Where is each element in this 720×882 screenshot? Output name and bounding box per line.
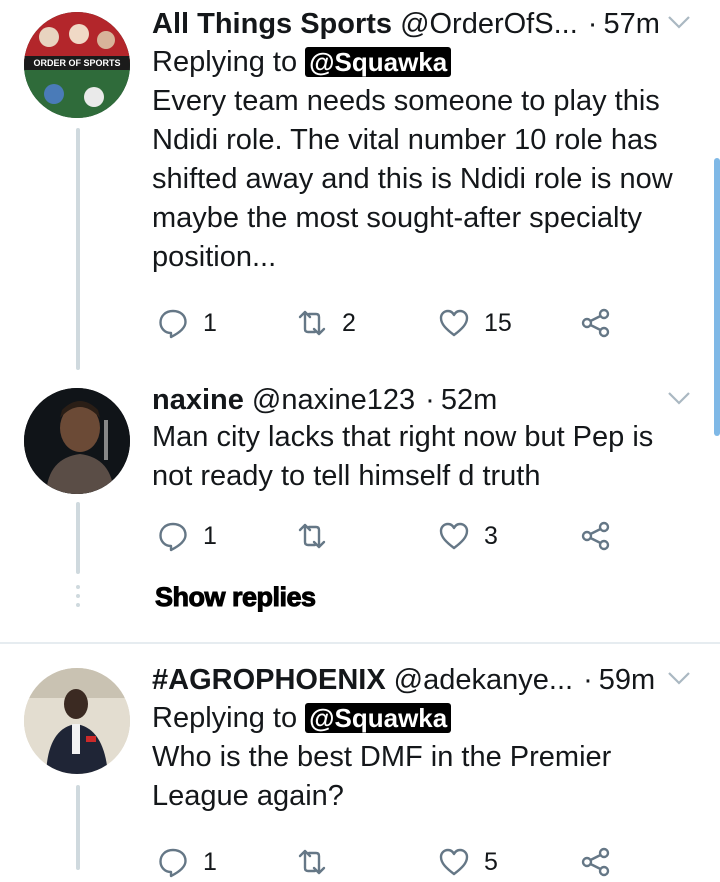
reply-icon <box>159 848 187 878</box>
tweet-header: #AGROPHOENIX @adekanye... · 59m <box>152 662 700 698</box>
tweet-text-line: maybe the most sought-after specialty <box>152 202 643 234</box>
username[interactable]: @OrderOfS... <box>400 6 578 42</box>
share-button[interactable] <box>580 516 612 556</box>
timestamp[interactable]: 52m <box>441 382 497 418</box>
like-icon <box>439 848 469 876</box>
divider <box>0 642 720 644</box>
display-name[interactable]: #AGROPHOENIX <box>152 662 386 698</box>
reply-count: 1 <box>203 308 217 337</box>
retweet-icon <box>298 849 326 875</box>
tweet-text: Who is the best DMF in the Premier Leagu… <box>152 738 700 816</box>
share-icon <box>581 308 610 338</box>
reply-count: 1 <box>203 847 217 876</box>
tweet-text-line: League again? <box>152 780 344 812</box>
tweet-text-line: Man city lacks that right now but Pep is <box>152 421 654 453</box>
tweet-text-line: Who is the best DMF in the Premier <box>152 741 612 773</box>
reply-button[interactable]: 1 <box>157 516 217 556</box>
thread-line <box>76 502 80 574</box>
like-count: 5 <box>484 847 498 876</box>
tweet-header: All Things Sports @OrderOfS... · 57m <box>152 6 700 42</box>
replying-to-label: Replying to <box>152 702 298 734</box>
separator: · <box>425 384 435 416</box>
tweet-actions: 1 5 <box>152 842 632 882</box>
reply-button[interactable]: 1 <box>157 303 217 343</box>
tweet-actions: 1 2 15 <box>152 303 632 343</box>
tweet-text-line: shifted away and this is Ndidi role is n… <box>152 163 673 195</box>
reply-icon <box>159 522 187 552</box>
tweet-actions: 1 3 <box>152 516 632 556</box>
tweet-text-line: Ndidi role. The vital number 10 role has <box>152 124 658 156</box>
tweet-text-line: Every team needs someone to play this <box>152 85 660 117</box>
tweet[interactable]: naxine @naxine123 · 52m Man city lacks t… <box>152 382 700 496</box>
display-name[interactable]: naxine <box>152 382 244 418</box>
retweet-button[interactable]: 2 <box>296 303 356 343</box>
like-count: 3 <box>484 521 498 550</box>
like-button[interactable]: 3 <box>438 516 498 556</box>
retweet-count: 2 <box>342 308 356 337</box>
show-replies-link[interactable]: Show replies <box>155 582 317 613</box>
share-button[interactable] <box>580 303 612 343</box>
reply-button[interactable]: 1 <box>157 842 217 882</box>
tweet-text-line: position... <box>152 241 277 273</box>
username[interactable]: @naxine123 <box>252 382 415 418</box>
reply-count: 1 <box>203 521 217 550</box>
tweet-header: naxine @naxine123 · 52m <box>152 382 700 418</box>
like-icon <box>439 309 469 337</box>
tweet[interactable]: All Things Sports @OrderOfS... · 57m Rep… <box>152 6 700 277</box>
mention-link[interactable]: @Squawka <box>305 703 452 733</box>
timestamp[interactable]: 59m <box>599 662 655 698</box>
replying-to: Replying to @Squawka <box>152 42 700 82</box>
tweet-text: Man city lacks that right now but Pep is… <box>152 418 700 496</box>
retweet-icon <box>298 310 326 336</box>
scrollbar[interactable] <box>714 158 720 436</box>
thread-line <box>76 785 80 870</box>
mention-link[interactable]: @Squawka <box>305 47 452 77</box>
chevron-down-icon[interactable] <box>666 388 692 408</box>
avatar[interactable] <box>24 388 130 494</box>
retweet-button[interactable] <box>296 842 328 882</box>
share-button[interactable] <box>580 842 612 882</box>
like-count: 15 <box>484 308 512 337</box>
reply-icon <box>159 309 187 339</box>
timestamp[interactable]: 57m <box>603 6 659 42</box>
display-name[interactable]: All Things Sports <box>152 6 392 42</box>
separator: · <box>587 8 598 40</box>
replying-to: Replying to @Squawka <box>152 698 700 738</box>
tweet[interactable]: #AGROPHOENIX @adekanye... · 59m Replying… <box>152 662 700 816</box>
like-icon <box>439 522 469 550</box>
username[interactable]: @adekanye... <box>394 662 573 698</box>
retweet-icon <box>298 523 326 549</box>
avatar-logo-text: ORDER OF SPORTS <box>33 58 121 68</box>
user-photo <box>24 388 130 494</box>
replying-to-label: Replying to <box>152 46 298 78</box>
avatar[interactable]: ORDER OF SPORTS <box>24 12 130 118</box>
user-photo <box>24 668 130 774</box>
tweet-text: Every team needs someone to play this Nd… <box>152 82 700 277</box>
like-button[interactable]: 15 <box>438 303 512 343</box>
share-icon <box>581 847 610 877</box>
chevron-down-icon[interactable] <box>666 668 692 688</box>
retweet-button[interactable] <box>296 516 328 556</box>
thread-line <box>76 128 80 370</box>
chevron-down-icon[interactable] <box>666 12 692 32</box>
separator: · <box>583 664 593 696</box>
like-button[interactable]: 5 <box>438 842 498 882</box>
avatar[interactable] <box>24 668 130 774</box>
thread-dots <box>76 585 80 612</box>
tweet-text-line: not ready to tell himself d truth <box>152 460 541 492</box>
share-icon <box>581 521 610 551</box>
